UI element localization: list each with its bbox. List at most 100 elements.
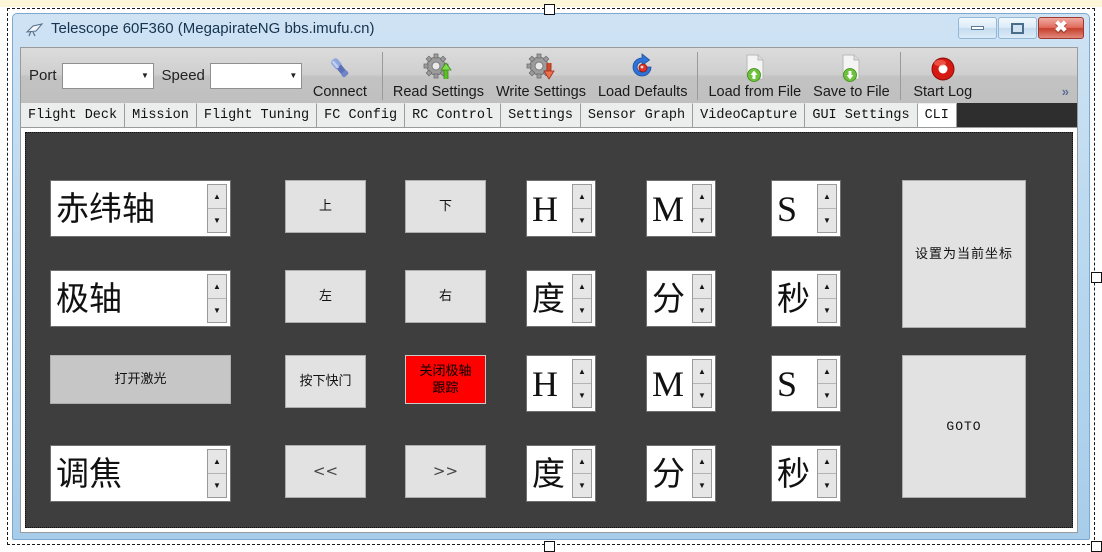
load-from-file-button[interactable]: Load from File [702,48,807,103]
speed-select[interactable]: ▼ [209,62,302,89]
resize-handle-corner[interactable] [1091,541,1102,552]
tab-sensor-graph[interactable]: Sensor Graph [580,103,694,127]
target-minute-spinner[interactable]: M ▲ ▼ [646,180,716,237]
goto-second-spinner-stepper[interactable]: ▲ ▼ [817,359,837,408]
port-label: Port [29,67,57,84]
goto-arcmin-spinner[interactable]: 分 ▲ ▼ [646,445,716,502]
spinner-up-icon[interactable]: ▲ [818,275,836,299]
spinner-up-icon[interactable]: ▲ [208,450,226,474]
spinner-down-icon[interactable]: ▼ [818,474,836,497]
resize-handle-bottom[interactable] [544,541,555,552]
spinner-down-icon[interactable]: ▼ [573,209,591,232]
laser-toggle-button[interactable]: 打开激光 [50,355,231,404]
goto-second-spinner[interactable]: S ▲ ▼ [771,355,841,412]
read-settings-button[interactable]: Read Settings [387,48,490,103]
spinner-down-icon[interactable]: ▼ [573,299,591,322]
port-select[interactable]: ▼ [61,62,154,89]
target-arcmin-spinner[interactable]: 分 ▲ ▼ [646,270,716,327]
tab-mission[interactable]: Mission [125,103,197,127]
spinner-up-icon[interactable]: ▲ [573,185,591,209]
target-minute-spinner-stepper[interactable]: ▲ ▼ [692,184,712,233]
spinner-down-icon[interactable]: ▼ [693,384,711,407]
spinner-down-icon[interactable]: ▼ [693,209,711,232]
write-settings-button[interactable]: Write Settings [490,48,592,103]
ra-axis-spinner[interactable]: 极轴 ▲ ▼ [50,270,231,327]
spinner-down-icon[interactable]: ▼ [693,299,711,322]
target-arcsec-spinner-stepper[interactable]: ▲ ▼ [817,274,837,323]
spinner-up-icon[interactable]: ▲ [573,275,591,299]
tracking-toggle-button[interactable]: 关闭极轴 跟踪 [405,355,486,404]
spinner-up-icon[interactable]: ▲ [573,360,591,384]
goto-minute-spinner[interactable]: M ▲ ▼ [646,355,716,412]
move-down-button[interactable]: 下 [405,180,486,233]
spinner-up-icon[interactable]: ▲ [573,450,591,474]
spinner-up-icon[interactable]: ▲ [208,185,226,209]
spinner-up-icon[interactable]: ▲ [818,185,836,209]
goto-arcmin-spinner-stepper[interactable]: ▲ ▼ [692,449,712,498]
tab-flight-deck[interactable]: Flight Deck [21,103,126,127]
tab-videocapture[interactable]: VideoCapture [693,103,806,127]
close-button[interactable]: ✖ [1038,17,1084,39]
resize-handle-top[interactable] [544,4,555,15]
dec-axis-spinner-stepper[interactable]: ▲ ▼ [207,184,227,233]
toolbar-overflow-chevron[interactable]: » [1062,84,1069,99]
move-right-button[interactable]: 右 [405,270,486,323]
goto-button[interactable]: GOTO [902,355,1026,498]
spinner-down-icon[interactable]: ▼ [573,474,591,497]
focus-back-button[interactable]: << [285,445,366,498]
focus-spinner-stepper[interactable]: ▲ ▼ [207,449,227,498]
target-second-spinner[interactable]: S ▲ ▼ [771,180,841,237]
ra-axis-spinner-stepper[interactable]: ▲ ▼ [207,274,227,323]
target-degree-spinner-stepper[interactable]: ▲ ▼ [572,274,592,323]
minimize-button[interactable] [958,17,997,39]
goto-degree-spinner-stepper[interactable]: ▲ ▼ [572,449,592,498]
shutter-button[interactable]: 按下快门 [285,355,366,408]
target-hour-spinner-stepper[interactable]: ▲ ▼ [572,184,592,233]
tab-fc-config[interactable]: FC Config [317,103,406,127]
spinner-up-icon[interactable]: ▲ [208,275,226,299]
tab-cli[interactable]: CLI [917,103,957,127]
target-hour-spinner[interactable]: H ▲ ▼ [526,180,596,237]
target-arcsec-spinner[interactable]: 秒 ▲ ▼ [771,270,841,327]
spinner-down-icon[interactable]: ▼ [818,384,836,407]
target-arcmin-spinner-stepper[interactable]: ▲ ▼ [692,274,712,323]
set-current-coordinates-button[interactable]: 设置为当前坐标 [902,180,1026,328]
move-up-button[interactable]: 上 [285,180,366,233]
save-to-file-button[interactable]: Save to File [807,48,896,103]
spinner-down-icon[interactable]: ▼ [573,384,591,407]
spinner-down-icon[interactable]: ▼ [208,299,226,322]
spinner-down-icon[interactable]: ▼ [818,209,836,232]
spinner-down-icon[interactable]: ▼ [208,209,226,232]
target-second-spinner-stepper[interactable]: ▲ ▼ [817,184,837,233]
focus-spinner[interactable]: 调焦 ▲ ▼ [50,445,231,502]
spinner-down-icon[interactable]: ▼ [693,474,711,497]
resize-handle-right[interactable] [1091,272,1102,283]
title-bar[interactable]: Telescope 60F360 (MegapirateNG bbs.imufu… [13,14,1089,47]
tab-rc-control[interactable]: RC Control [405,103,502,127]
maximize-button[interactable] [998,17,1037,39]
goto-arcsec-spinner[interactable]: 秒 ▲ ▼ [771,445,841,502]
connect-button[interactable]: Connect [302,48,378,103]
dec-axis-spinner[interactable]: 赤纬轴 ▲ ▼ [50,180,231,237]
spinner-up-icon[interactable]: ▲ [693,360,711,384]
goto-hour-spinner[interactable]: H ▲ ▼ [526,355,596,412]
spinner-down-icon[interactable]: ▼ [818,299,836,322]
move-left-button[interactable]: 左 [285,270,366,323]
goto-hour-spinner-stepper[interactable]: ▲ ▼ [572,359,592,408]
spinner-up-icon[interactable]: ▲ [818,450,836,474]
spinner-up-icon[interactable]: ▲ [693,275,711,299]
tab-flight-tuning[interactable]: Flight Tuning [196,103,318,127]
spinner-up-icon[interactable]: ▲ [693,450,711,474]
goto-minute-spinner-stepper[interactable]: ▲ ▼ [692,359,712,408]
spinner-up-icon[interactable]: ▲ [818,360,836,384]
tab-gui-settings[interactable]: GUI Settings [805,103,918,127]
spinner-down-icon[interactable]: ▼ [208,474,226,497]
spinner-up-icon[interactable]: ▲ [693,185,711,209]
focus-forward-button[interactable]: >> [405,445,486,498]
goto-arcsec-spinner-stepper[interactable]: ▲ ▼ [817,449,837,498]
tab-settings[interactable]: Settings [501,103,581,127]
goto-degree-spinner[interactable]: 度 ▲ ▼ [526,445,596,502]
target-degree-spinner[interactable]: 度 ▲ ▼ [526,270,596,327]
start-log-button[interactable]: Start Log [905,48,981,103]
load-defaults-button[interactable]: Load Defaults [592,48,693,103]
